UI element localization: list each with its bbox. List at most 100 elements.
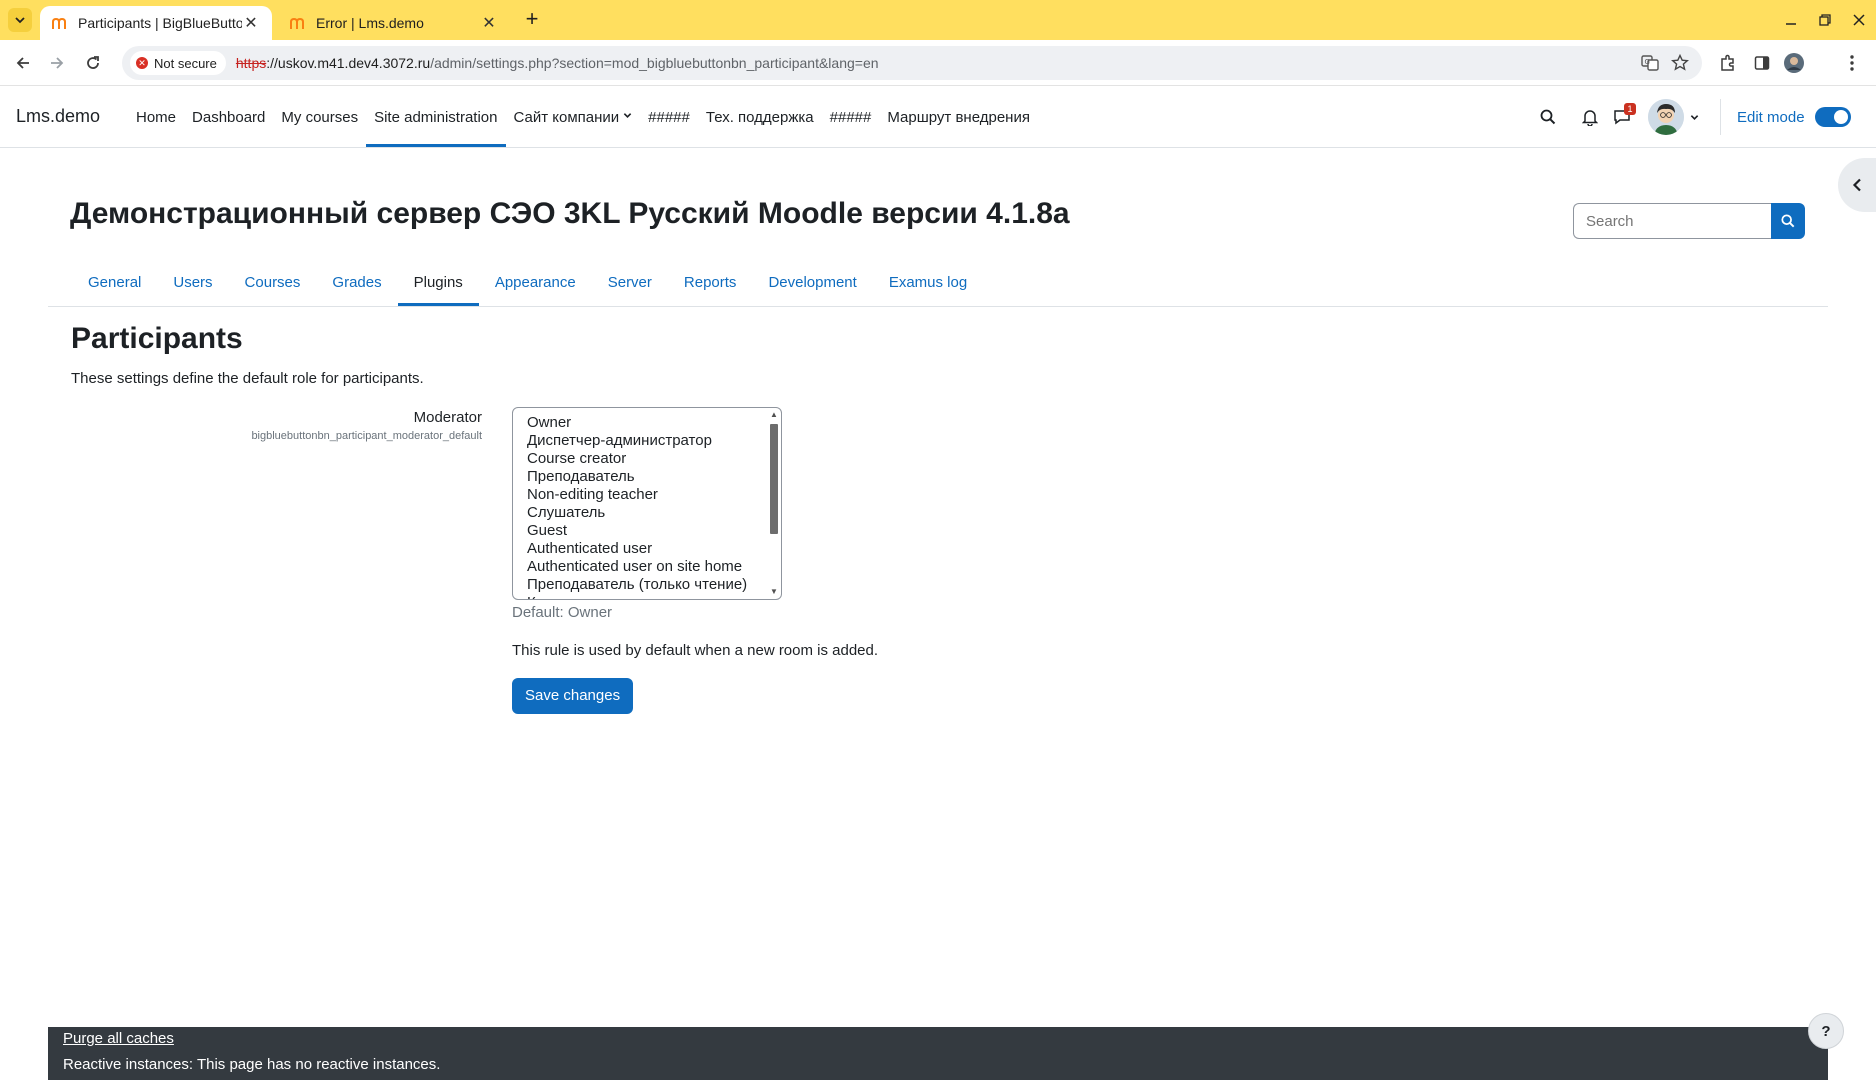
reactive-instances-text: Reactive instances: This page has no rea…: [63, 1056, 441, 1073]
role-option[interactable]: Преподаватель: [527, 468, 781, 486]
search-icon: [1781, 214, 1795, 228]
chevron-left-icon: [1852, 178, 1861, 192]
role-option[interactable]: Guest: [527, 522, 781, 540]
side-panel-icon[interactable]: [1749, 50, 1775, 76]
site-brand[interactable]: Lms.demo: [16, 106, 100, 127]
nav-tech-support[interactable]: Тех. поддержка: [698, 87, 822, 147]
browser-tab-error[interactable]: Error | Lms.demo ✕: [278, 6, 510, 40]
footer-help-button[interactable]: ?: [1808, 1013, 1844, 1049]
user-avatar[interactable]: [1646, 99, 1686, 135]
address-bar[interactable]: ✕ Not secure https://uskov.m41.dev4.3072…: [122, 46, 1702, 80]
tab-examus-log[interactable]: Examus log: [873, 258, 983, 306]
moodle-favicon-icon: [290, 15, 306, 31]
setting-help-text: This rule is used by default when a new …: [512, 642, 879, 659]
notification-bell-icon[interactable]: [1574, 101, 1606, 133]
secondary-navigation: General Users Courses Grades Plugins App…: [72, 258, 983, 306]
search-icon[interactable]: [1532, 101, 1564, 133]
secondary-nav-divider: [48, 306, 1828, 307]
settings-description: These settings define the default role f…: [71, 370, 424, 387]
scroll-down-arrow-icon[interactable]: ▼: [769, 587, 779, 597]
tab-development[interactable]: Development: [752, 258, 872, 306]
tab-general[interactable]: General: [72, 258, 157, 306]
messages-chat-icon[interactable]: 1: [1606, 101, 1638, 133]
role-option[interactable]: К: [527, 594, 781, 599]
back-arrow-icon[interactable]: [10, 50, 36, 76]
chevron-down-icon: [623, 111, 632, 123]
url-scheme: https: [235, 55, 267, 71]
default-value-note: Default: Owner: [512, 604, 613, 621]
browser-tab-participants[interactable]: Participants | BigBlueButton ✕: [40, 6, 272, 40]
browser-menu-icon[interactable]: [1839, 50, 1865, 76]
tab-users[interactable]: Users: [157, 258, 228, 306]
save-changes-button[interactable]: Save changes: [512, 678, 634, 714]
purge-all-caches-link[interactable]: Purge all caches: [63, 1030, 174, 1047]
nav-dashboard[interactable]: Dashboard: [184, 87, 273, 147]
new-tab-plus-icon[interactable]: +: [520, 8, 544, 32]
edit-mode-label: Edit mode: [1737, 108, 1805, 126]
primary-navigation: Home Dashboard My courses Site administr…: [128, 87, 1038, 147]
tab-plugins[interactable]: Plugins: [397, 258, 480, 306]
moodle-navbar: Lms.demo Home Dashboard My courses Site …: [0, 87, 1876, 148]
moodle-favicon-icon: [52, 15, 68, 31]
role-option[interactable]: Диспетчер-администратор: [527, 432, 781, 450]
url-path: /admin/settings.php?section=mod_bigblueb…: [430, 55, 879, 71]
edit-mode-switch[interactable]: [1814, 107, 1851, 127]
not-secure-chip[interactable]: ✕ Not secure: [130, 51, 226, 75]
role-option[interactable]: Owner: [527, 414, 781, 432]
profile-avatar-icon[interactable]: [1781, 50, 1807, 76]
role-option[interactable]: Non-editing teacher: [527, 486, 781, 504]
role-option[interactable]: Authenticated user on site home: [527, 558, 781, 576]
admin-search-button[interactable]: [1771, 203, 1805, 239]
close-window-icon[interactable]: [1844, 8, 1874, 32]
moderator-setting-label: Moderator bigbluebuttonbn_participant_mo…: [100, 409, 482, 442]
warning-icon: ✕: [136, 57, 148, 69]
nav-hash-1[interactable]: #####: [640, 87, 698, 147]
browser-toolbar: ✕ Not secure https://uskov.m41.dev4.3072…: [0, 40, 1876, 86]
page-footer: Purge all caches Reactive instances: Thi…: [48, 1027, 1828, 1080]
admin-search: [1573, 203, 1805, 239]
close-tab-icon[interactable]: ✕: [480, 13, 498, 33]
extensions-puzzle-icon[interactable]: [1715, 50, 1741, 76]
nav-my-courses[interactable]: My courses: [273, 87, 366, 147]
navbar-icons: 1: [1532, 87, 1702, 147]
open-block-drawer-button[interactable]: [1838, 158, 1876, 212]
moderator-setting-key: bigbluebuttonbn_participant_moderator_de…: [251, 430, 482, 442]
tab-grades[interactable]: Grades: [316, 258, 397, 306]
user-menu-chevron-down-icon[interactable]: [1686, 101, 1702, 133]
url-text: https://uskov.m41.dev4.3072.ru/admin/set…: [236, 55, 879, 71]
scroll-up-arrow-icon[interactable]: ▲: [769, 410, 779, 420]
tab-server[interactable]: Server: [592, 258, 668, 306]
admin-search-input[interactable]: [1573, 203, 1771, 239]
svg-text:G: G: [1645, 58, 1650, 66]
tab-courses[interactable]: Courses: [229, 258, 317, 306]
reload-icon[interactable]: [80, 50, 106, 76]
role-option[interactable]: Authenticated user: [527, 540, 781, 558]
moderator-role-select[interactable]: Owner Диспетчер-администратор Course cre…: [512, 407, 782, 600]
minimize-icon[interactable]: [1776, 8, 1806, 32]
nav-home[interactable]: Home: [128, 87, 184, 147]
nav-implementation-route[interactable]: Маршрут внедрения: [879, 87, 1038, 147]
translate-icon[interactable]: G: [1640, 53, 1660, 73]
nav-company-site-label: Сайт компании: [513, 108, 620, 126]
restore-icon[interactable]: [1810, 8, 1840, 32]
role-options: Owner Диспетчер-администратор Course cre…: [513, 408, 781, 599]
role-option[interactable]: Слушатель: [527, 504, 781, 522]
avatar: [1648, 99, 1684, 135]
close-tab-icon[interactable]: ✕: [242, 13, 260, 33]
nav-company-site-dropdown[interactable]: Сайт компании: [506, 87, 641, 147]
navbar-divider: [1720, 99, 1721, 135]
scrollbar-thumb[interactable]: [770, 424, 778, 534]
bookmark-star-icon[interactable]: [1670, 53, 1690, 73]
tab-reports[interactable]: Reports: [668, 258, 753, 306]
tab-appearance[interactable]: Appearance: [479, 258, 592, 306]
tab-title: Participants | BigBlueButton: [78, 15, 242, 31]
nav-hash-2[interactable]: #####: [822, 87, 880, 147]
edit-mode-toggle[interactable]: Edit mode: [1737, 87, 1851, 147]
browser-tab-bar: Participants | BigBlueButton ✕ Error | L…: [0, 0, 1876, 40]
role-option[interactable]: Course creator: [527, 450, 781, 468]
role-option[interactable]: Преподаватель (только чтение): [527, 576, 781, 594]
settings-heading: Participants: [71, 322, 243, 355]
nav-site-administration[interactable]: Site administration: [366, 87, 506, 147]
forward-arrow-icon[interactable]: [44, 50, 70, 76]
tab-search-chevron-icon[interactable]: [8, 8, 32, 32]
